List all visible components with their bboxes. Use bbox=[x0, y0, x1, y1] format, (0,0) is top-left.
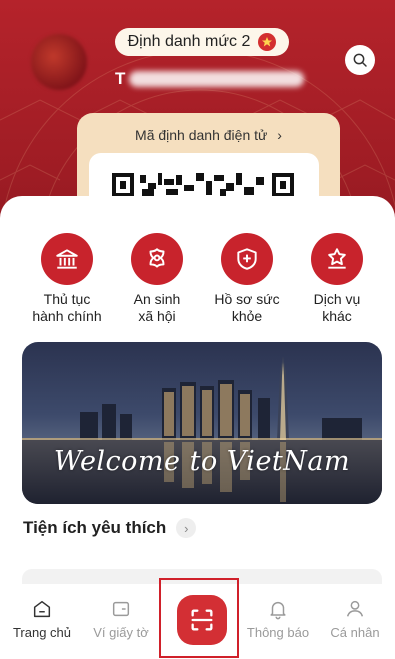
nav-label: Thông báo bbox=[246, 625, 310, 640]
home-icon bbox=[33, 600, 51, 618]
digital-id-link[interactable]: Mã định danh điện tử › bbox=[77, 127, 340, 143]
service-other[interactable]: Dịch vụ khác bbox=[292, 230, 382, 325]
nav-label: Cá nhân bbox=[330, 625, 380, 640]
avatar[interactable] bbox=[31, 34, 87, 90]
service-label-line2: khác bbox=[322, 308, 352, 324]
nav-home[interactable]: Trang chủ bbox=[10, 598, 74, 640]
service-label-line1: Thủ tục bbox=[43, 291, 91, 307]
service-shortcuts: Thủ tục hành chính An sinh xã hội Hồ sơ sứ… bbox=[0, 230, 395, 330]
favorites-title: Tiện ích yêu thích bbox=[23, 518, 167, 537]
service-health-records[interactable]: Hồ sơ sức khỏe bbox=[202, 230, 292, 325]
city-skyline-image bbox=[22, 342, 382, 504]
star-icon bbox=[258, 33, 277, 51]
qr-code-icon bbox=[112, 173, 294, 197]
search-icon bbox=[353, 53, 367, 67]
social-welfare-icon bbox=[131, 233, 183, 285]
identification-level-label: Định danh mức 2 bbox=[127, 33, 251, 50]
service-administrative-procedures[interactable]: Thủ tục hành chính bbox=[22, 230, 112, 325]
nav-label: Trang chủ bbox=[12, 625, 72, 640]
bell-icon bbox=[270, 601, 286, 620]
user-name-redacted bbox=[129, 71, 305, 87]
chevron-right-icon[interactable]: › bbox=[176, 518, 197, 538]
service-label-line1: Dịch vụ bbox=[313, 291, 361, 307]
favorites-header[interactable]: Tiện ích yêu thích › bbox=[23, 518, 197, 538]
service-social-welfare[interactable]: An sinh xã hội bbox=[112, 230, 202, 325]
health-shield-icon bbox=[221, 233, 273, 285]
service-label-line2: khỏe bbox=[231, 308, 263, 324]
banner-welcome-text: Welcome to VietNam bbox=[53, 446, 351, 477]
scan-highlight bbox=[159, 578, 239, 658]
user-icon bbox=[346, 600, 364, 617]
service-label-line1: Hồ sơ sức bbox=[214, 291, 280, 307]
government-building-icon bbox=[41, 233, 93, 285]
service-label-line1: An sinh bbox=[133, 291, 181, 307]
nav-profile[interactable]: Cá nhân bbox=[322, 598, 388, 640]
scan-button[interactable] bbox=[177, 595, 227, 645]
service-label-line2: hành chính bbox=[32, 308, 102, 324]
other-services-icon bbox=[311, 233, 363, 285]
scan-icon bbox=[191, 609, 213, 631]
nav-wallet[interactable]: Ví giấy tờ bbox=[84, 598, 158, 640]
user-name-initial: T bbox=[115, 69, 126, 88]
identification-level-badge[interactable]: Định danh mức 2 bbox=[115, 28, 289, 56]
user-name: T bbox=[115, 66, 315, 92]
chevron-right-icon: › bbox=[277, 127, 282, 143]
welcome-banner[interactable]: Welcome to VietNam bbox=[22, 342, 382, 504]
wallet-icon bbox=[112, 601, 130, 617]
nav-label: Ví giấy tờ bbox=[93, 625, 149, 640]
search-button[interactable] bbox=[345, 45, 375, 75]
digital-id-label: Mã định danh điện tử bbox=[135, 127, 268, 143]
service-label-line2: xã hội bbox=[138, 308, 176, 324]
nav-notifications[interactable]: Thông báo bbox=[244, 598, 312, 640]
